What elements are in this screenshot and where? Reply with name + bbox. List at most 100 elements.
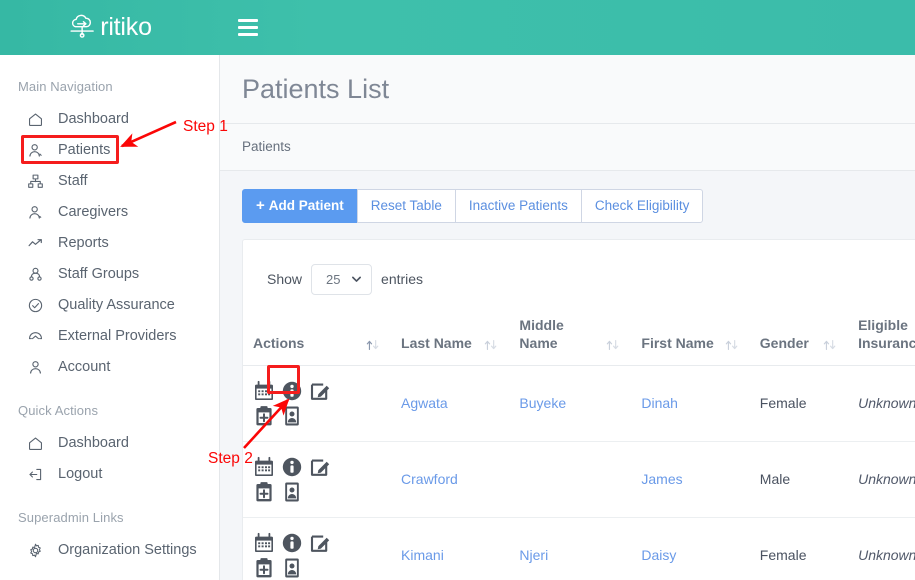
column-label: Middle Name	[519, 317, 599, 353]
info-circle-icon[interactable]	[281, 532, 303, 554]
sidebar-item-caregivers[interactable]: Caregivers	[0, 197, 219, 228]
column-header-actions[interactable]: Actions	[243, 309, 391, 365]
clipboard-plus-icon[interactable]	[253, 405, 275, 427]
row-action-icon-group	[253, 532, 339, 579]
check-eligibility-button[interactable]: Check Eligibility	[581, 189, 704, 223]
toolbar-button-group: + Add Patient Reset Table Inactive Patie…	[220, 171, 915, 223]
cell-middle-name[interactable]	[509, 441, 631, 517]
sidebar-item-staff[interactable]: Staff	[0, 166, 219, 197]
calendar-icon[interactable]	[253, 456, 275, 478]
logout-icon	[26, 466, 44, 484]
breadcrumb[interactable]: Patients	[242, 139, 291, 154]
patients-table-card: Show 25 entries	[242, 239, 915, 580]
home-icon	[26, 435, 44, 453]
calendar-icon[interactable]	[253, 532, 275, 554]
reset-table-button[interactable]: Reset Table	[357, 189, 456, 223]
line-chart-icon	[26, 235, 44, 253]
table-row: Kimani Njeri Daisy Female Unknown	[243, 517, 915, 580]
app-root: ritiko Main Navigation Dashboard	[0, 0, 915, 580]
cell-gender: Male	[750, 441, 848, 517]
calendar-icon[interactable]	[253, 380, 275, 402]
sidebar-section-title-main: Main Navigation	[0, 73, 219, 104]
cell-eligible-insurance: Unknown	[848, 517, 915, 580]
column-label: Eligible Insurance	[858, 317, 915, 353]
sidebar-item-label: Caregivers	[58, 205, 128, 220]
sidebar-item-label: Staff	[58, 174, 88, 189]
user-caregiver-icon	[26, 204, 44, 222]
cell-eligible-insurance: Unknown	[848, 441, 915, 517]
id-card-icon[interactable]	[281, 481, 303, 503]
row-actions-cell	[243, 441, 391, 517]
sidebar-item-patients[interactable]: Patients	[0, 135, 219, 166]
column-label: Actions	[253, 335, 304, 353]
column-label: Last Name	[401, 335, 472, 353]
edit-pencil-icon[interactable]	[309, 456, 331, 478]
sidebar-item-label: Logout	[58, 467, 102, 482]
page-header: Patients List	[220, 55, 915, 124]
info-circle-icon[interactable]	[281, 380, 303, 402]
row-action-icon-group	[253, 456, 339, 503]
sidebar-item-quality-assurance[interactable]: Quality Assurance	[0, 290, 219, 321]
sort-icon	[605, 338, 621, 352]
hamburger-menu-icon[interactable]	[238, 15, 264, 41]
column-header-gender[interactable]: Gender	[750, 309, 848, 365]
sidebar-item-logout[interactable]: Logout	[0, 459, 219, 490]
sort-icon	[483, 338, 499, 352]
sidebar-item-external-providers[interactable]: External Providers	[0, 321, 219, 352]
sidebar-item-dashboard[interactable]: Dashboard	[0, 104, 219, 135]
patients-table: Actions Last Name	[243, 309, 915, 580]
page-title: Patients List	[242, 75, 893, 105]
cell-last-name[interactable]: Crawford	[391, 441, 509, 517]
row-actions-cell	[243, 365, 391, 441]
add-patient-button[interactable]: + Add Patient	[242, 189, 358, 223]
row-actions-cell	[243, 517, 391, 580]
cell-middle-name[interactable]: Njeri	[509, 517, 631, 580]
table-length-control: Show 25 entries	[243, 256, 915, 295]
cell-first-name[interactable]: Dinah	[631, 365, 749, 441]
column-header-last-name[interactable]: Last Name	[391, 309, 509, 365]
check-circle-icon	[26, 297, 44, 315]
edit-pencil-icon[interactable]	[309, 532, 331, 554]
cell-first-name[interactable]: Daisy	[631, 517, 749, 580]
clipboard-plus-icon[interactable]	[253, 481, 275, 503]
sort-icon	[822, 338, 838, 352]
entries-label: entries	[381, 271, 423, 287]
sidebar-section-title-superadmin: Superadmin Links	[0, 504, 219, 535]
edit-pencil-icon[interactable]	[309, 380, 331, 402]
show-label: Show	[267, 271, 302, 287]
handshake-icon	[26, 328, 44, 346]
cell-middle-name[interactable]: Buyeke	[509, 365, 631, 441]
brand-logo-area[interactable]: ritiko	[0, 0, 220, 55]
clipboard-plus-icon[interactable]	[253, 557, 275, 579]
cell-last-name[interactable]: Kimani	[391, 517, 509, 580]
sidebar-item-label: Organization Settings	[58, 543, 197, 558]
sidebar-item-organization-settings[interactable]: Organization Settings	[0, 535, 219, 566]
sidebar-item-account[interactable]: Account	[0, 352, 219, 383]
sidebar-item-reports[interactable]: Reports	[0, 228, 219, 259]
info-circle-icon[interactable]	[281, 456, 303, 478]
sidebar-item-staff-groups[interactable]: Staff Groups	[0, 259, 219, 290]
user-patient-icon	[26, 142, 44, 160]
cell-last-name[interactable]: Agwata	[391, 365, 509, 441]
gear-icon	[26, 542, 44, 560]
home-icon	[26, 111, 44, 129]
sort-icon	[365, 338, 381, 352]
sidebar-item-label: Quality Assurance	[58, 298, 175, 313]
column-header-first-name[interactable]: First Name	[631, 309, 749, 365]
sidebar-item-label: External Providers	[58, 329, 176, 344]
column-header-eligible-insurance[interactable]: Eligible Insurance	[848, 309, 915, 365]
table-header-row: Actions Last Name	[243, 309, 915, 365]
sidebar-item-quick-dashboard[interactable]: Dashboard	[0, 428, 219, 459]
column-label: First Name	[641, 335, 713, 353]
breadcrumb-bar: Patients	[220, 124, 915, 171]
inactive-patients-button[interactable]: Inactive Patients	[455, 189, 582, 223]
id-card-icon[interactable]	[281, 557, 303, 579]
add-patient-label: Add Patient	[269, 198, 344, 214]
entries-per-page-select[interactable]: 25	[311, 264, 372, 295]
column-label: Gender	[760, 335, 809, 353]
column-header-middle-name[interactable]: Middle Name	[509, 309, 631, 365]
cell-first-name[interactable]: James	[631, 441, 749, 517]
sidebar-item-label: Reports	[58, 236, 109, 251]
id-card-icon[interactable]	[281, 405, 303, 427]
cell-gender: Female	[750, 517, 848, 580]
